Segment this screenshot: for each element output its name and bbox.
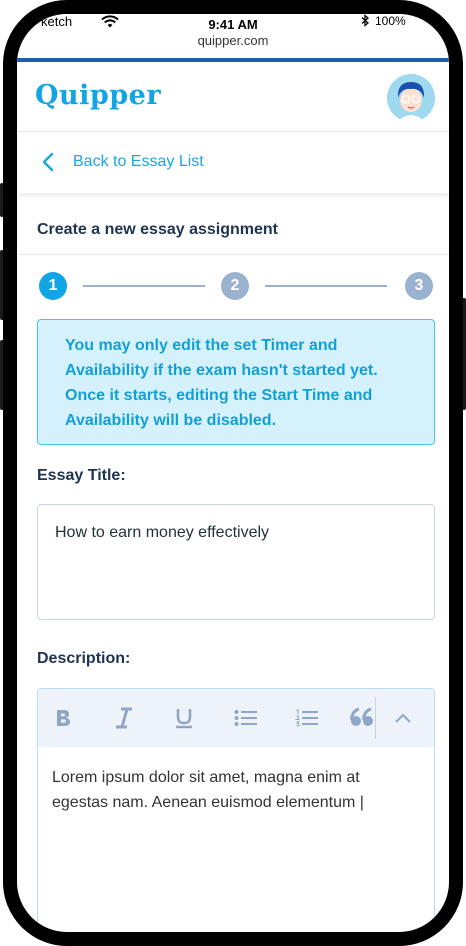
address-url[interactable]: quipper.com [17,33,449,48]
step-3[interactable]: 3 [405,272,433,300]
step-2[interactable]: 2 [221,272,249,300]
info-notice: You may only edit the set Timer and Avai… [37,319,435,445]
numbered-list-icon[interactable] [292,703,322,733]
quote-icon[interactable] [348,703,378,733]
italic-icon[interactable] [109,703,139,733]
phone-frame: ketch 9:41 AM quipper.com 100% Quipper B… [3,0,463,946]
editor-toolbar [38,689,434,747]
description-editor[interactable]: Lorem ipsum dolor sit amet, magna enim a… [37,688,435,932]
bullet-list-icon[interactable] [231,703,261,733]
info-message: You may only edit the set Timer and Avai… [65,337,378,429]
description-label: Description: [37,650,131,667]
step-connector [265,285,387,287]
toolbar-divider [375,697,376,739]
bluetooth-icon [361,14,370,30]
essay-title-input[interactable]: How to earn money effectively [37,504,435,620]
chevron-up-icon[interactable] [388,703,418,733]
page-title: Create a new essay assignment [37,221,279,238]
underline-icon[interactable] [169,703,199,733]
description-text[interactable]: Lorem ipsum dolor sit amet, magna enim a… [52,765,412,815]
chevron-left-icon [41,151,55,178]
user-avatar-icon[interactable] [387,74,435,122]
battery-label: 100% [375,14,406,28]
back-to-essay-list-link[interactable]: Back to Essay List [17,133,449,193]
essay-title-label: Essay Title: [37,467,126,484]
step-connector [83,285,205,287]
step-1[interactable]: 1 [39,272,67,300]
app-header: Quipper [17,62,449,132]
back-link-label: Back to Essay List [73,153,204,170]
bold-icon[interactable] [48,703,78,733]
divider [17,254,449,255]
quipper-logo[interactable]: Quipper [35,80,161,111]
status-bar: ketch 9:41 AM quipper.com 100% [17,14,449,66]
